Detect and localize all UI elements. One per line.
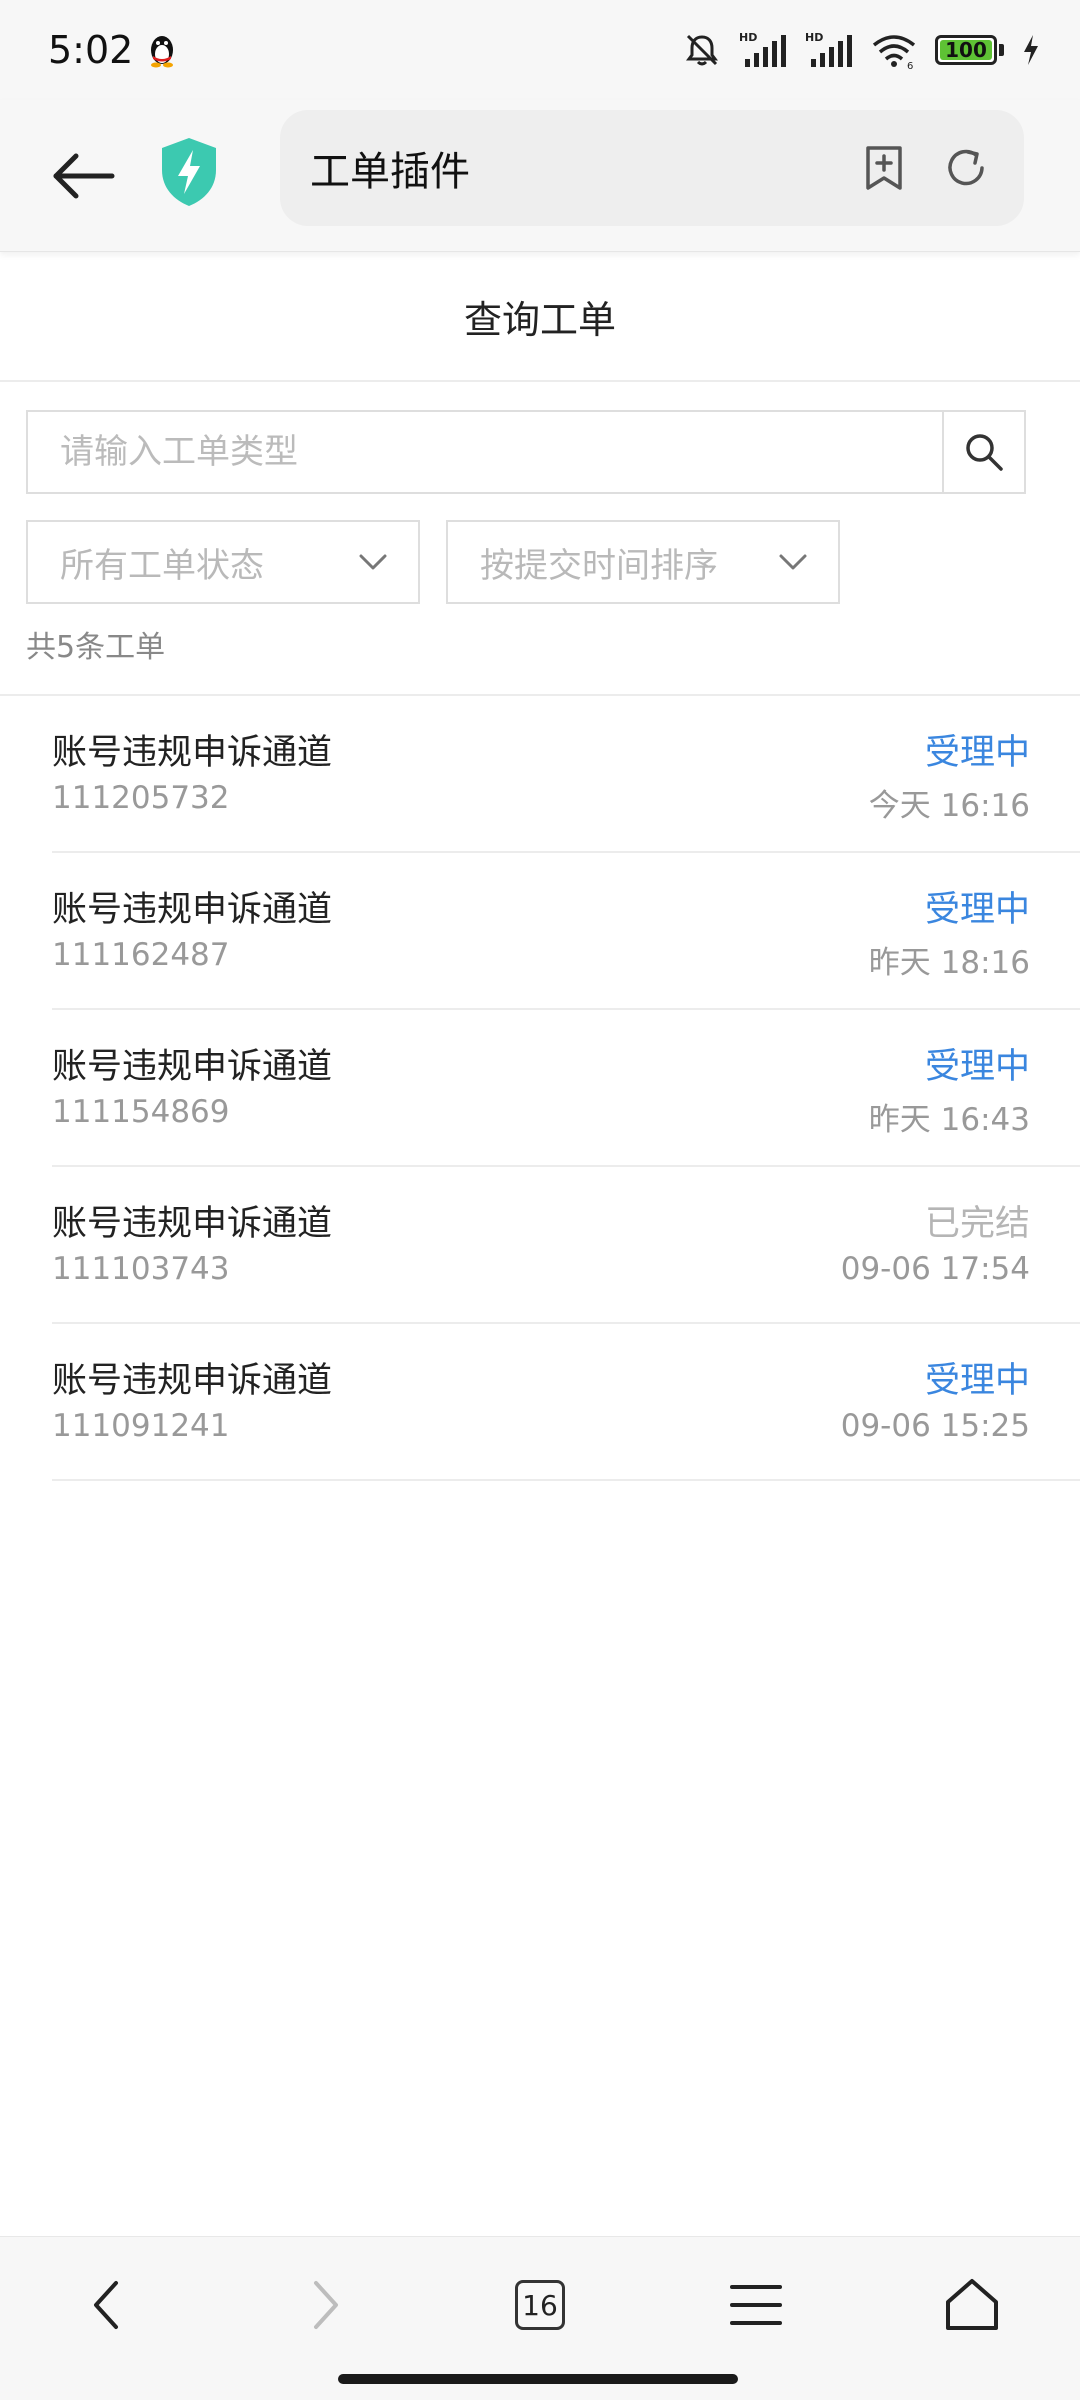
sort-label: 按提交时间排序: [480, 545, 718, 586]
browser-toolbar: 工单插件: [0, 100, 1080, 252]
nav-back-button[interactable]: [66, 2265, 146, 2345]
ticket-title: 账号违规申诉通道: [52, 733, 333, 773]
address-bar[interactable]: 工单插件: [280, 110, 1024, 226]
ticket-id: 111103743: [52, 1251, 230, 1287]
ticket-row[interactable]: 账号违规申诉通道 111154869 受理中 昨天 16:43: [52, 1010, 1080, 1167]
ticket-status: 受理中: [924, 890, 1030, 930]
battery-level: 100: [945, 38, 987, 62]
tabs-button[interactable]: 16: [500, 2265, 580, 2345]
ticket-id: 111154869: [52, 1094, 230, 1130]
ticket-title: 账号违规申诉通道: [52, 1204, 333, 1244]
ticket-time: 昨天 16:43: [868, 1102, 1030, 1138]
status-filter-label: 所有工单状态: [60, 545, 264, 586]
ticket-status: 受理中: [924, 1047, 1030, 1087]
ticket-title: 账号违规申诉通道: [52, 1361, 333, 1401]
nav-back-icon: [94, 2281, 118, 2329]
tabs-icon: 16: [515, 2280, 565, 2330]
ticket-id: 111205732: [52, 780, 230, 816]
search-icon: [966, 434, 1003, 471]
home-indicator[interactable]: [338, 2374, 738, 2384]
page-header: 查询工单: [0, 252, 1080, 382]
menu-icon: [730, 2285, 782, 2325]
svg-text:HD: HD: [739, 31, 757, 44]
home-button[interactable]: [932, 2265, 1012, 2345]
ticket-time: 昨天 18:16: [868, 945, 1030, 981]
svg-text:6: 6: [907, 61, 913, 69]
ticket-row[interactable]: 账号违规申诉通道 111205732 受理中 今天 16:16: [52, 696, 1080, 853]
ticket-title: 账号违规申诉通道: [52, 890, 333, 930]
ticket-time: 今天 16:16: [868, 788, 1030, 824]
add-bookmark-icon[interactable]: [856, 140, 912, 196]
ticket-row[interactable]: 账号违规申诉通道 111091241 受理中 09-06 15:25: [52, 1324, 1080, 1481]
search-bar: [26, 410, 1026, 494]
hd-signal-icon: HD: [805, 31, 852, 67]
ticket-status: 受理中: [924, 733, 1030, 773]
status-bar: 5:02 HD HD 6 100: [0, 0, 1080, 100]
ticket-status: 已完结: [924, 1204, 1030, 1244]
status-filter-dropdown[interactable]: 所有工单状态: [26, 520, 420, 604]
svg-text:HD: HD: [805, 31, 823, 44]
tab-count: 16: [522, 2288, 558, 2322]
ticket-id: 111162487: [52, 937, 230, 973]
chevron-down-icon: [359, 554, 387, 570]
shield-bolt-icon[interactable]: [158, 136, 220, 208]
nav-forward-button[interactable]: [286, 2265, 366, 2345]
home-icon: [946, 2279, 998, 2330]
status-time: 5:02: [48, 28, 134, 72]
refresh-icon[interactable]: [938, 140, 994, 196]
menu-button[interactable]: [716, 2265, 796, 2345]
ticket-status: 受理中: [924, 1361, 1030, 1401]
sort-dropdown[interactable]: 按提交时间排序: [446, 520, 840, 604]
page-title: 查询工单: [463, 297, 616, 342]
search-input[interactable]: [28, 412, 942, 492]
ticket-time: 09-06 17:54: [840, 1251, 1030, 1287]
ticket-title: 账号违规申诉通道: [52, 1047, 333, 1087]
chevron-down-icon: [779, 554, 807, 570]
mute-bell-icon: [686, 34, 718, 66]
charging-bolt-icon: [1024, 35, 1038, 65]
qq-penguin-icon: [151, 36, 174, 68]
ticket-count: 共5条工单: [26, 630, 166, 665]
wifi-6-icon: 6: [872, 35, 916, 69]
ticket-id: 111091241: [52, 1408, 230, 1444]
back-arrow-icon[interactable]: [48, 140, 120, 212]
hd-signal-icon: HD: [739, 31, 786, 67]
page-url-title: 工单插件: [310, 149, 470, 195]
ticket-row[interactable]: 账号违规申诉通道 111103743 已完结 09-06 17:54: [52, 1167, 1080, 1324]
battery-icon: 100: [935, 35, 997, 65]
nav-forward-icon: [314, 2281, 338, 2329]
ticket-time: 09-06 15:25: [840, 1408, 1030, 1444]
ticket-row[interactable]: 账号违规申诉通道 111162487 受理中 昨天 18:16: [52, 853, 1080, 1010]
search-button[interactable]: [942, 412, 1024, 492]
